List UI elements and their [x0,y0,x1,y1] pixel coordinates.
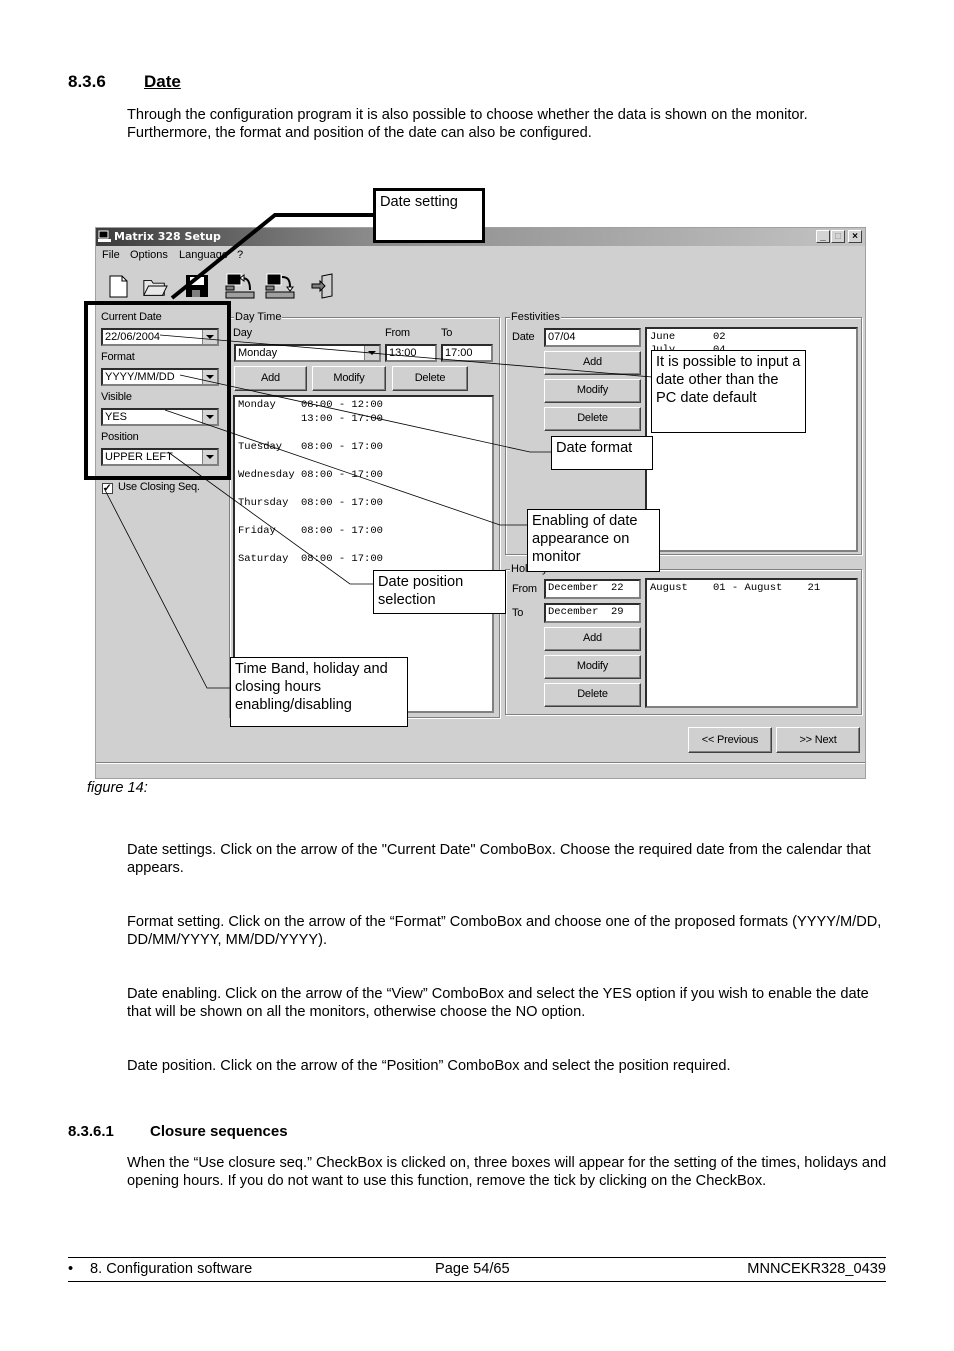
footer-doc-id: MNNCEKR328_0439 [747,1261,886,1277]
day-label: Day [233,327,252,339]
current-date-label: Current Date [101,311,162,323]
visible-label: Visible [101,391,132,403]
format-value: YYYY/MM/DD [105,371,175,383]
from-label: From [385,327,410,339]
figure-caption: figure 14: [87,780,148,796]
footer-top-rule [68,1257,886,1258]
position-label: Position [101,431,139,443]
current-date-combobox[interactable]: 22/06/2004 [101,328,219,346]
position-value: UPPER LEFT [105,451,173,463]
callout-date-format: Date format [551,436,653,470]
window-title: Matrix 328 Setup [114,230,221,243]
chevron-down-icon[interactable] [202,410,217,424]
list-item[interactable]: June 02 [650,331,726,343]
section-number: 8.3.6 [68,72,106,91]
previous-button[interactable]: << Previous [688,727,772,753]
app-icon [98,230,111,242]
chevron-down-icon[interactable] [202,330,217,344]
status-bar [96,762,865,779]
new-file-icon[interactable] [106,272,132,300]
day-time-title: Day Time [234,311,283,323]
footer-chapter: 8. Configuration software [90,1261,253,1277]
festivity-delete-button[interactable]: Delete [544,407,641,431]
chevron-down-icon[interactable] [364,346,379,360]
holiday-from-label: From [512,583,537,595]
subsection-heading: 8.3.6.1 Closure sequences [68,1123,288,1140]
visible-value: YES [105,411,128,423]
day-value: Monday [238,347,278,359]
daytime-modify-button[interactable]: Modify [312,366,386,391]
receive-from-device-icon[interactable] [224,272,256,300]
intro-line-2: Furthermore, the format and position of … [127,125,592,141]
body-paragraph: Date enabling. Click on the arrow of the… [127,986,869,1020]
day-combobox[interactable]: Monday [234,344,381,362]
festivities-title: Festivities [510,311,561,323]
format-label: Format [101,351,135,363]
list-item[interactable]: Thursday 08:00 - 17:00 [238,497,383,509]
send-to-device-icon[interactable] [264,272,296,300]
holiday-add-button[interactable]: Add [544,627,641,651]
position-combobox[interactable]: UPPER LEFT [101,448,219,466]
daytime-delete-button[interactable]: Delete [392,366,468,391]
current-date-value: 22/06/2004 [105,331,161,343]
use-closing-seq-label: Use Closing Seq. [118,481,200,493]
festivity-modify-button[interactable]: Modify [544,379,641,403]
holiday-to-input[interactable]: December 29 [544,603,641,623]
list-item[interactable]: 13:00 - 17:00 [238,413,383,425]
intro-paragraph: Through the configuration program it is … [127,106,892,142]
holiday-modify-button[interactable]: Modify [544,655,641,679]
to-time-input[interactable]: 17:00 [441,344,493,362]
list-item[interactable]: Monday 08:00 - 12:00 [238,399,383,411]
use-closing-seq-checkbox[interactable]: ✓ [102,483,113,494]
maximize-button[interactable]: □ [831,230,845,243]
save-floppy-icon[interactable] [184,272,210,300]
footer-bullet: • [68,1261,74,1277]
app-window: Matrix 328 Setup _ □ × File Options Lang… [95,227,866,779]
close-button[interactable]: × [848,230,862,243]
festivity-add-button[interactable]: Add [544,351,641,375]
intro-line-1: Through the configuration program it is … [127,107,808,123]
section-heading: 8.3.6 Date [68,72,181,92]
list-item[interactable]: August 01 - August 21 [650,582,820,594]
subsection-paragraph: When the “Use closure seq.” CheckBox is … [127,1155,887,1189]
visible-combobox[interactable]: YES [101,408,219,426]
holidays-list[interactable]: August 01 - August 21 [645,578,858,708]
list-item[interactable]: Saturday 08:00 - 17:00 [238,553,383,565]
next-button[interactable]: >> Next [776,727,860,753]
callout-time-band: Time Band, holiday and closing hours ena… [230,657,408,727]
footer-page: Page 54/65 [435,1261,510,1277]
callout-other-date: It is possible to input a date other tha… [651,350,806,433]
exit-door-icon[interactable] [310,272,336,300]
holiday-delete-button[interactable]: Delete [544,683,641,707]
callout-date-setting: Date setting [373,188,485,243]
festivity-date-input[interactable]: 07/04 [544,328,641,347]
from-time-input[interactable]: 13:00 [385,344,437,362]
footer-bottom-rule [68,1281,886,1282]
to-label: To [441,327,453,339]
callout-position: Date position selection [373,570,506,614]
minimize-button[interactable]: _ [816,230,830,243]
menu-file[interactable]: File [102,249,120,261]
daytime-add-button[interactable]: Add [234,366,307,391]
body-paragraph: Date position. Click on the arrow of the… [127,1058,731,1074]
festivity-date-label: Date [512,331,535,343]
menu-help[interactable]: ? [237,249,243,261]
menu-options[interactable]: Options [130,249,168,261]
format-combobox[interactable]: YYYY/MM/DD [101,368,219,386]
holiday-from-input[interactable]: December 22 [544,579,641,599]
holiday-to-label: To [512,607,524,619]
subsection-title: Closure sequences [150,1123,288,1140]
body-paragraph: Date settings. Click on the arrow of the… [127,842,871,876]
subsection-number: 8.3.6.1 [68,1123,114,1140]
callout-enabling: Enabling of date appearance on monitor [527,509,660,572]
open-folder-icon[interactable] [142,272,168,300]
chevron-down-icon[interactable] [202,370,217,384]
list-item[interactable]: Friday 08:00 - 17:00 [238,525,383,537]
body-paragraph: Format setting. Click on the arrow of th… [127,914,882,948]
list-item[interactable]: Wednesday 08:00 - 17:00 [238,469,383,481]
list-item[interactable]: Tuesday 08:00 - 17:00 [238,441,383,453]
chevron-down-icon[interactable] [202,450,217,464]
section-title: Date [144,72,181,91]
menu-language[interactable]: Language [179,249,228,261]
